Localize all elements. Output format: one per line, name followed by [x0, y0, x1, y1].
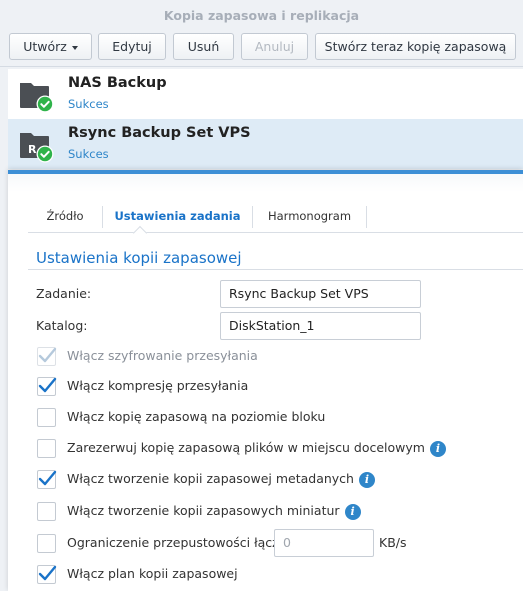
task-settings-panel: Źródło Ustawienia zadania Harmonogram Us… [8, 170, 523, 591]
toolbar: Utwórz Edytuj Usuń Anuluj Stwórz teraz k… [0, 30, 523, 67]
task-row-selected[interactable]: R Rsync Backup Set VPS Sukces [8, 119, 523, 169]
block-level-label: Włącz kopię zapasową na poziomie bloku [67, 409, 326, 424]
metadata-checkbox[interactable] [37, 470, 57, 489]
info-icon[interactable]: i [344, 503, 361, 520]
tab-source[interactable]: Źródło [28, 202, 102, 232]
reserve-files-text: Zarezerwuj kopię zapasową plików w miejs… [67, 440, 425, 455]
reserve-files-label: Zarezerwuj kopię zapasową plików w miejs… [67, 440, 446, 457]
thumbnails-checkbox[interactable] [37, 502, 56, 521]
task-status: Sukces [68, 147, 109, 161]
checkmark-icon [38, 470, 57, 486]
bandwidth-input[interactable]: 0 [274, 529, 374, 557]
metadata-text: Włącz tworzenie kopii zapasowej metadany… [67, 471, 354, 486]
block-level-checkbox[interactable] [37, 408, 56, 427]
thumbnails-text: Włącz tworzenie kopii zapasowych miniatu… [67, 503, 340, 518]
metadata-label: Włącz tworzenie kopii zapasowej metadany… [67, 471, 375, 488]
section-title: Ustawienia kopii zapasowej [36, 249, 242, 267]
delete-button[interactable]: Usuń [173, 33, 234, 60]
folder-success-icon [20, 83, 54, 113]
rsync-folder-success-icon: R [20, 133, 54, 163]
section-divider [28, 269, 523, 270]
backup-plan-label: Włącz plan kopii zapasowej [67, 566, 238, 581]
task-name: NAS Backup [68, 75, 167, 91]
tab-divider [366, 206, 367, 228]
backup-plan-checkbox[interactable] [37, 565, 57, 584]
checkmark-icon [38, 565, 57, 581]
encryption-checkbox [37, 347, 57, 366]
encryption-label: Włącz szyfrowanie przesyłania [67, 348, 258, 363]
window-title: Kopia zapasowa i replikacja [163, 8, 360, 23]
reserve-files-checkbox[interactable] [37, 439, 56, 458]
chevron-down-icon [71, 45, 78, 50]
thumbnails-label: Włącz tworzenie kopii zapasowych miniatu… [67, 503, 361, 520]
checkmark-icon [38, 377, 57, 393]
task-name-input[interactable]: Rsync Backup Set VPS [220, 280, 421, 308]
tab-schedule[interactable]: Harmonogram [253, 202, 366, 232]
tab-task-settings[interactable]: Ustawienia zadania [103, 202, 252, 232]
bandwidth-unit: KB/s [379, 535, 407, 550]
backup-now-button[interactable]: Stwórz teraz kopię zapasową [315, 33, 516, 60]
tab-bar: Źródło Ustawienia zadania Harmonogram [28, 202, 523, 233]
compression-checkbox[interactable] [37, 377, 57, 396]
info-icon[interactable]: i [358, 471, 375, 488]
bandwidth-label: Ograniczenie przepustowości łącza [67, 535, 287, 550]
checkmark-icon [38, 347, 57, 363]
info-icon[interactable]: i [429, 440, 446, 457]
directory-field-label: Katalog: [36, 318, 88, 333]
panel-header-band [8, 174, 523, 192]
task-status: Sukces [68, 97, 109, 111]
directory-input[interactable]: DiskStation_1 [220, 312, 421, 340]
task-field-label: Zadanie: [36, 286, 92, 301]
cancel-button[interactable]: Anuluj [241, 33, 308, 60]
task-name: Rsync Backup Set VPS [68, 125, 251, 141]
compression-label: Włącz kompresję przesyłania [67, 378, 249, 393]
create-button[interactable]: Utwórz [9, 33, 92, 60]
bandwidth-checkbox[interactable] [37, 534, 56, 553]
task-row[interactable]: NAS Backup Sukces [8, 69, 523, 119]
folder-letter: R [28, 143, 37, 156]
edit-button[interactable]: Edytuj [98, 33, 166, 60]
create-button-label: Utwórz [23, 39, 67, 54]
